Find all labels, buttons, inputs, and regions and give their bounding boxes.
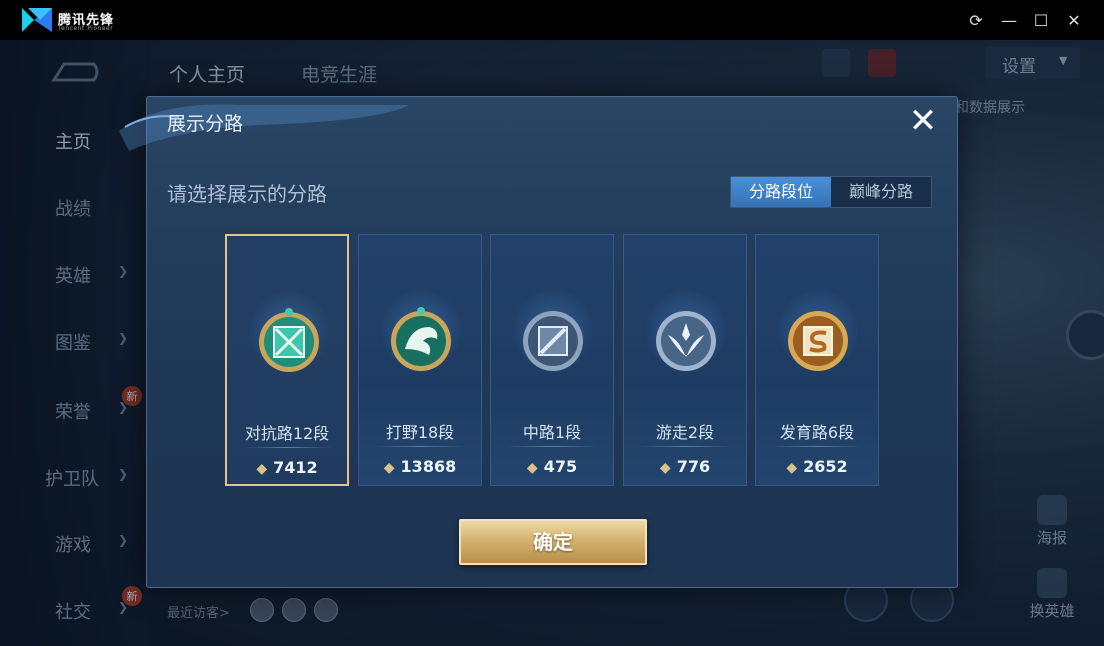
lane-card-name: 游走2段: [655, 423, 715, 442]
divider: [772, 446, 862, 447]
lane-card-score: ◆ 475: [491, 457, 613, 476]
refresh-icon[interactable]: ⟳: [966, 10, 986, 30]
clash-lane-emblem-icon: [259, 308, 319, 372]
divider: [640, 446, 730, 447]
score-gem-icon: ◆: [383, 460, 395, 476]
divider: [375, 446, 465, 447]
display-lane-dialog: 展示分路 ✕ 请选择展示的分路 分路段位 巅峰分路 对抗路12段 ◆ 7412: [119, 96, 958, 588]
lane-card-clash[interactable]: 对抗路12段 ◆ 7412: [225, 234, 349, 486]
close-icon[interactable]: ✕: [905, 104, 941, 140]
cloud-ornament: [119, 104, 409, 151]
lane-card-roam[interactable]: 游走2段 ◆ 776: [623, 234, 747, 486]
lane-card-name: 对抗路12段: [244, 424, 330, 443]
app-subtitle: Tencent Pioneer: [58, 25, 114, 32]
minimize-icon[interactable]: —: [999, 10, 1019, 30]
lane-card-jungle[interactable]: 打野18段 ◆ 13868: [358, 234, 482, 486]
confirm-button[interactable]: 确定: [459, 519, 647, 565]
divider: [507, 446, 597, 447]
segment-lane-rank[interactable]: 分路段位: [731, 177, 831, 207]
lane-type-segmented-control: 分路段位 巅峰分路: [730, 176, 932, 208]
divider: [243, 447, 333, 448]
app-logo-icon: [22, 8, 52, 32]
score-gem-icon: ◆: [256, 461, 268, 477]
lane-card-name: 中路1段: [522, 423, 582, 442]
close-window-icon[interactable]: ✕: [1064, 10, 1084, 30]
maximize-icon[interactable]: ☐: [1031, 10, 1051, 30]
lane-card-list: 对抗路12段 ◆ 7412 打野18段 ◆ 13868 中路1段 ◆ 475 游…: [225, 234, 881, 486]
lane-card-score: ◆ 13868: [359, 457, 481, 476]
lane-card-name: 打野18段: [385, 423, 455, 442]
score-value: 475: [543, 457, 578, 476]
lane-card-score: ◆ 776: [624, 457, 746, 476]
score-gem-icon: ◆: [659, 460, 671, 476]
score-value: 776: [676, 457, 711, 476]
score-value: 2652: [803, 457, 848, 476]
score-value: 7412: [273, 458, 318, 477]
lane-card-mid[interactable]: 中路1段 ◆ 475: [490, 234, 614, 486]
lane-card-score: ◆ 2652: [756, 457, 878, 476]
score-value: 13868: [400, 457, 457, 476]
mid-lane-emblem-icon: [523, 311, 583, 371]
dialog-prompt: 请选择展示的分路: [167, 182, 327, 206]
segment-peak-lane[interactable]: 巅峰分路: [831, 177, 931, 207]
lane-card-name: 发育路6段: [779, 423, 855, 442]
roam-emblem-icon: [656, 311, 716, 371]
score-gem-icon: ◆: [526, 460, 538, 476]
farm-lane-emblem-icon: [788, 311, 848, 371]
score-gem-icon: ◆: [786, 460, 798, 476]
lane-card-farm[interactable]: 发育路6段 ◆ 2652: [755, 234, 879, 486]
jungle-emblem-icon: [391, 307, 451, 371]
dialog-title: 展示分路: [167, 113, 244, 135]
lane-card-score: ◆ 7412: [227, 458, 347, 477]
window-titlebar: 腾讯先锋 Tencent Pioneer ⟳ — ☐ ✕: [0, 0, 1104, 40]
